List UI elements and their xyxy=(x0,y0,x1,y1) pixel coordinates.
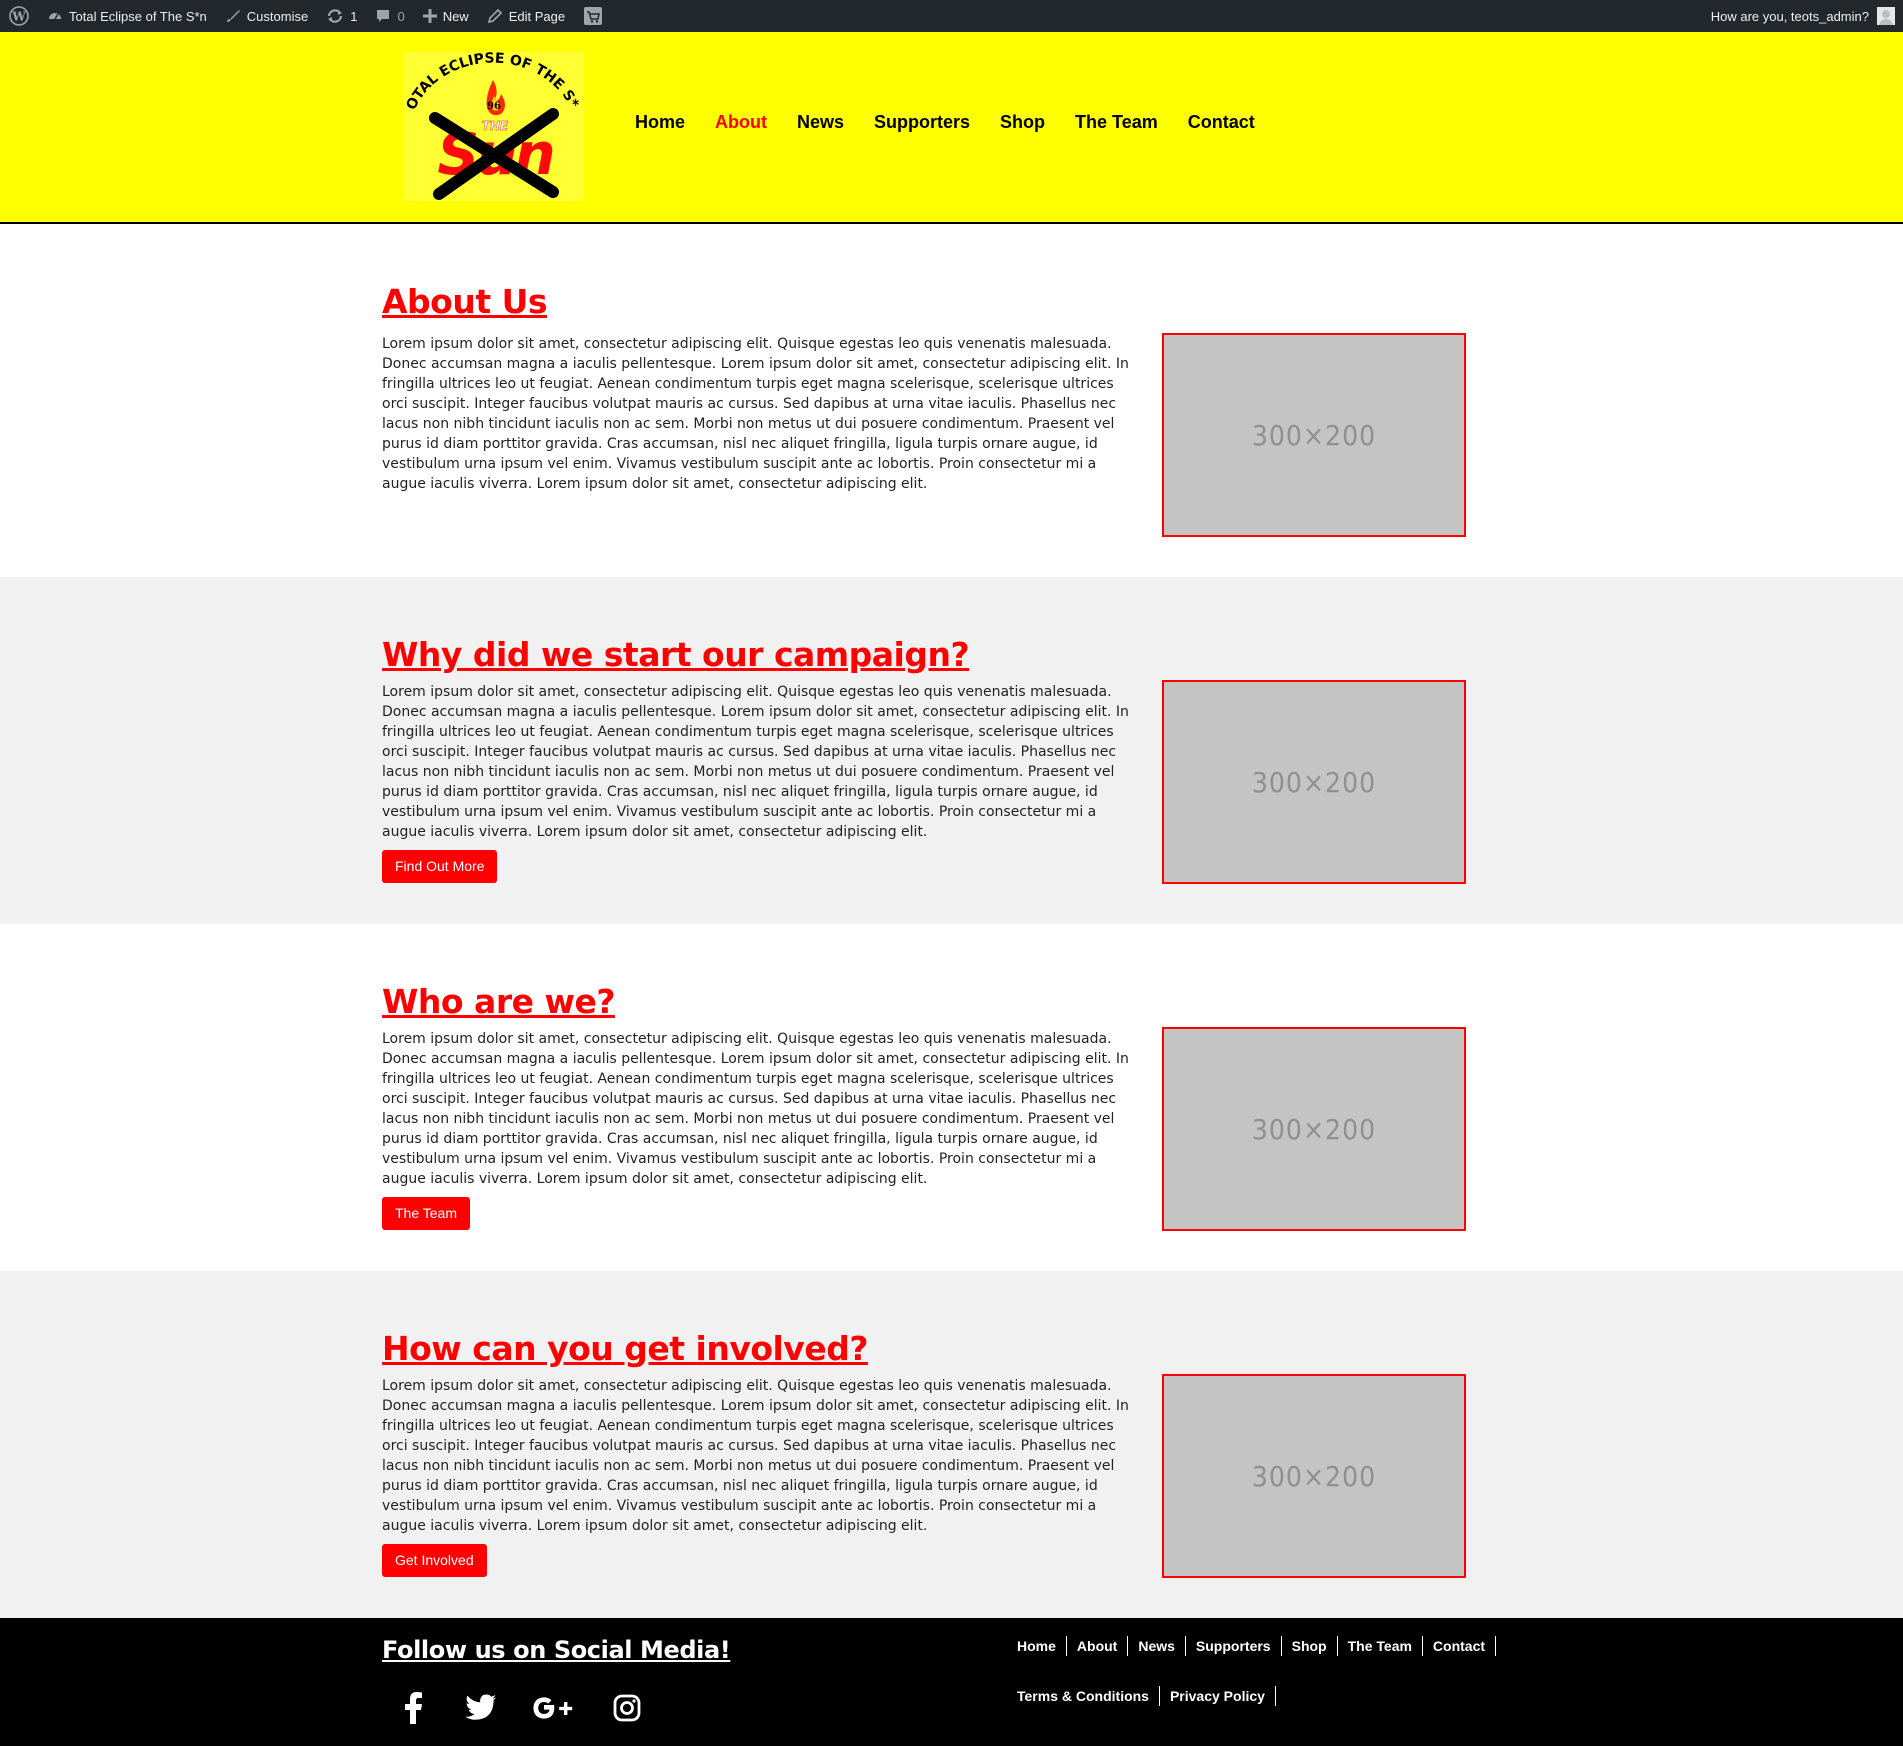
nav-item-contact[interactable]: Contact xyxy=(1188,112,1255,133)
edit-page-label: Edit Page xyxy=(508,8,566,24)
image-placeholder-label: 300×200 xyxy=(1251,1112,1377,1146)
image-placeholder: 300×200 xyxy=(1162,1374,1466,1578)
nav-item-supporters[interactable]: Supporters xyxy=(874,112,970,133)
facebook-link[interactable] xyxy=(395,1690,431,1726)
campaign-section: Why did we start our campaign? Lorem ips… xyxy=(0,577,1903,924)
footer-privacy-link[interactable]: Privacy Policy xyxy=(1170,1686,1276,1706)
greeting-label: How are you, teots_admin? xyxy=(1710,8,1869,24)
new-content-link[interactable]: New xyxy=(414,0,478,32)
my-account-link[interactable]: How are you, teots_admin? xyxy=(1702,0,1895,32)
section-title: How can you get involved? xyxy=(382,1329,868,1368)
twitter-link[interactable] xyxy=(463,1690,499,1726)
google-plus-icon xyxy=(533,1697,573,1719)
brush-icon xyxy=(225,8,241,24)
footer-nav-contact[interactable]: Contact xyxy=(1433,1636,1497,1656)
edit-page-link[interactable]: Edit Page xyxy=(478,0,574,32)
facebook-icon xyxy=(405,1692,422,1724)
get-involved-section: How can you get involved? Lorem ipsum do… xyxy=(0,1271,1903,1618)
pencil-icon xyxy=(487,8,503,24)
logo-graphic: TOTAL ECLIPSE OF THE S*N 96 THE Sun xyxy=(397,40,582,200)
nav-item-the-team[interactable]: The Team xyxy=(1075,112,1158,133)
image-placeholder: 300×200 xyxy=(1162,680,1466,884)
svg-text:W: W xyxy=(11,10,26,24)
footer-nav-home[interactable]: Home xyxy=(1017,1636,1067,1656)
instagram-link[interactable] xyxy=(609,1690,645,1726)
customise-link[interactable]: Customise xyxy=(216,0,317,32)
comments-count: 0 xyxy=(397,8,405,24)
nav-item-home[interactable]: Home xyxy=(635,112,685,133)
section-text: Lorem ipsum dolor sit amet, consectetur … xyxy=(382,1031,1129,1187)
comments-link[interactable]: 0 xyxy=(366,0,413,32)
site-footer: Follow us on Social Media! Home About Ne… xyxy=(0,1618,1903,1746)
plus-icon xyxy=(422,9,437,23)
updates-count: 1 xyxy=(350,8,358,24)
footer-nav: Home About News Supporters Shop The Team… xyxy=(1017,1636,1506,1656)
section-text: Lorem ipsum dolor sit amet, consectetur … xyxy=(382,684,1129,840)
footer-terms-link[interactable]: Terms & Conditions xyxy=(1017,1686,1160,1706)
get-involved-button[interactable]: Get Involved xyxy=(382,1544,487,1577)
main-nav: Home About News Supporters Shop The Team… xyxy=(620,112,1270,133)
new-label: New xyxy=(442,8,469,24)
site-logo[interactable]: TOTAL ECLIPSE OF THE S*N 96 THE Sun xyxy=(397,40,584,201)
follow-title: Follow us on Social Media! xyxy=(382,1636,731,1664)
section-title: About Us xyxy=(382,282,548,321)
cart-icon xyxy=(584,7,603,25)
image-placeholder-label: 300×200 xyxy=(1251,418,1377,452)
wordpress-logo-button[interactable]: W xyxy=(0,0,38,32)
site-name-label: Total Eclipse of The S*n xyxy=(69,8,207,24)
nav-item-about[interactable]: About xyxy=(715,112,767,133)
updates-icon xyxy=(326,8,344,24)
image-placeholder-label: 300×200 xyxy=(1251,1459,1377,1493)
social-links xyxy=(395,1690,677,1726)
about-us-section: About Us Lorem ipsum dolor sit amet, con… xyxy=(0,224,1903,577)
site-header: TOTAL ECLIPSE OF THE S*N 96 THE Sun Home… xyxy=(0,32,1903,224)
google-plus-link[interactable] xyxy=(531,1690,577,1726)
site-name-link[interactable]: Total Eclipse of The S*n xyxy=(38,0,216,32)
footer-nav-news[interactable]: News xyxy=(1138,1636,1186,1656)
nav-item-shop[interactable]: Shop xyxy=(1000,112,1045,133)
twitter-icon xyxy=(465,1694,496,1720)
footer-legal-nav: Terms & Conditions Privacy Policy xyxy=(1017,1686,1286,1706)
footer-nav-the-team[interactable]: The Team xyxy=(1348,1636,1423,1656)
nav-item-news[interactable]: News xyxy=(797,112,844,133)
admin-bar: W Total Eclipse of The S*n Customise 1 0… xyxy=(0,0,1903,32)
who-are-we-section: Who are we? Lorem ipsum dolor sit amet, … xyxy=(0,924,1903,1271)
wordpress-icon: W xyxy=(9,6,29,26)
dashboard-icon xyxy=(47,8,63,24)
the-team-button[interactable]: The Team xyxy=(382,1197,470,1230)
find-out-more-button[interactable]: Find Out More xyxy=(382,850,498,883)
updates-link[interactable]: 1 xyxy=(317,0,366,32)
avatar xyxy=(1877,7,1895,25)
image-placeholder: 300×200 xyxy=(1162,1027,1466,1231)
cart-link[interactable] xyxy=(574,0,612,32)
section-text: Lorem ipsum dolor sit amet, consectetur … xyxy=(382,1378,1129,1534)
footer-nav-about[interactable]: About xyxy=(1077,1636,1129,1656)
logo-badge-number: 96 xyxy=(487,101,501,112)
section-text: Lorem ipsum dolor sit amet, consectetur … xyxy=(382,336,1129,492)
section-title: Who are we? xyxy=(382,982,615,1021)
footer-nav-supporters[interactable]: Supporters xyxy=(1196,1636,1282,1656)
section-title: Why did we start our campaign? xyxy=(382,635,970,674)
image-placeholder-label: 300×200 xyxy=(1251,765,1377,799)
footer-nav-shop[interactable]: Shop xyxy=(1292,1636,1338,1656)
customise-label: Customise xyxy=(246,8,309,24)
instagram-icon xyxy=(613,1694,641,1722)
image-placeholder: 300×200 xyxy=(1162,333,1466,537)
comment-icon xyxy=(375,8,391,24)
